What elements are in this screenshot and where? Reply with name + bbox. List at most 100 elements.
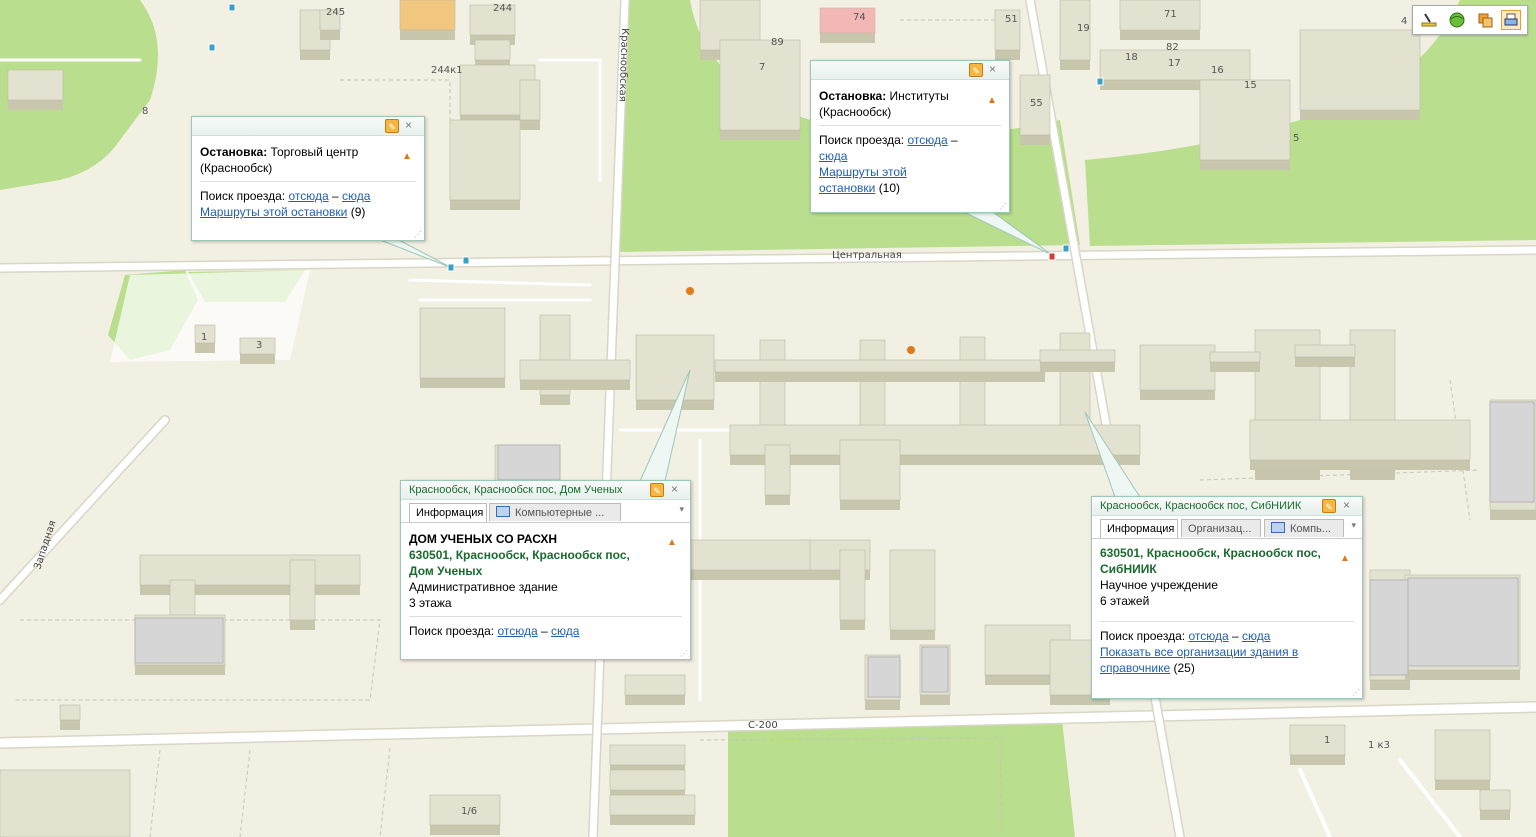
resize-handle[interactable]: ⋰ (680, 649, 688, 658)
building-grey[interactable] (497, 444, 561, 481)
close-icon[interactable]: × (989, 62, 996, 76)
popup-tabs: Информация Компьютерные ... ▾ (401, 500, 690, 523)
building-type: Научное учреждение (1100, 578, 1218, 592)
building-grey[interactable] (867, 656, 901, 698)
building-popup-sibniik: Краснообск, Краснообск пос, СибНИИК ✎ × … (1091, 496, 1363, 699)
building-side (1060, 60, 1090, 70)
building[interactable] (1294, 344, 1356, 358)
building[interactable] (1209, 351, 1261, 363)
building[interactable] (474, 39, 511, 61)
stop-title: Остановка: Институты (Краснообск) (819, 89, 949, 119)
building[interactable] (839, 549, 866, 621)
building[interactable] (59, 704, 81, 721)
tab-organizations[interactable]: Организац... (1181, 519, 1261, 537)
bus-stop-marker (1048, 252, 1056, 261)
building[interactable] (729, 424, 1141, 456)
building[interactable] (1289, 724, 1346, 756)
building[interactable] (0, 769, 131, 837)
resize-handle[interactable]: ⋰ (999, 202, 1007, 211)
building[interactable] (1039, 349, 1116, 363)
building[interactable] (764, 444, 791, 496)
to-here-link[interactable]: сюда (551, 624, 579, 638)
building[interactable] (399, 0, 456, 31)
resize-handle[interactable]: ⋰ (414, 230, 422, 239)
warning-icon[interactable]: ▲ (987, 93, 997, 109)
building[interactable] (609, 769, 686, 791)
layers-icon[interactable] (1475, 10, 1495, 30)
building-side (840, 500, 900, 510)
building-floors: 6 этажей (1100, 594, 1150, 608)
tab-info[interactable]: Информация (1100, 519, 1178, 538)
bus-stop-marker (462, 256, 470, 265)
building[interactable] (1119, 0, 1201, 31)
warning-icon[interactable]: ▲ (667, 535, 677, 551)
building[interactable] (609, 794, 696, 816)
building[interactable] (609, 744, 686, 766)
computer-icon (1271, 522, 1285, 533)
tab-info[interactable]: Информация (409, 503, 487, 522)
building[interactable] (1434, 729, 1491, 781)
to-here-link[interactable]: сюда (819, 149, 847, 163)
tab-computer[interactable]: Компьютерные ... (489, 503, 621, 521)
building[interactable] (289, 559, 316, 621)
pin-icon[interactable]: ✎ (385, 119, 399, 133)
building-grey[interactable] (1369, 579, 1409, 676)
building-grey[interactable] (1489, 401, 1535, 503)
resize-handle[interactable]: ⋰ (1352, 688, 1360, 697)
building[interactable] (449, 119, 521, 201)
pin-icon[interactable]: ✎ (650, 483, 664, 497)
warning-icon[interactable]: ▲ (402, 149, 412, 165)
tab-computer[interactable]: Компь... (1264, 519, 1344, 537)
building[interactable] (1299, 29, 1421, 111)
from-here-link[interactable]: отсюда (497, 624, 537, 638)
building[interactable] (839, 439, 901, 501)
building-side (610, 815, 695, 825)
building[interactable] (889, 549, 936, 631)
building[interactable] (1139, 344, 1216, 391)
print-icon[interactable] (1501, 10, 1521, 30)
building-side (320, 30, 340, 40)
building-grey[interactable] (1407, 577, 1519, 667)
building[interactable] (7, 69, 64, 101)
building[interactable] (1479, 789, 1511, 811)
to-here-link[interactable]: сюда (342, 189, 370, 203)
pin-icon[interactable]: ✎ (1322, 499, 1336, 513)
tab-menu-icon[interactable]: ▾ (1351, 520, 1356, 531)
building-grey[interactable] (134, 617, 224, 664)
from-here-link[interactable]: отсюда (1188, 629, 1228, 643)
building[interactable] (819, 7, 876, 34)
close-icon[interactable]: × (405, 118, 412, 132)
building-grey[interactable] (921, 646, 949, 693)
building[interactable] (419, 307, 506, 379)
building[interactable] (519, 79, 541, 121)
building-side (690, 570, 810, 580)
building-side (1295, 357, 1355, 367)
building[interactable] (719, 39, 801, 131)
warning-icon[interactable]: ▲ (1340, 551, 1350, 567)
from-here-link[interactable]: отсюда (288, 189, 328, 203)
stop-routes-link[interactable]: Маршруты этой остановки (200, 205, 347, 219)
building-side (1200, 160, 1290, 170)
pin-icon[interactable]: ✎ (969, 63, 983, 77)
building-side (1370, 680, 1410, 690)
svg-text:55: 55 (1030, 98, 1043, 109)
globe-icon[interactable] (1447, 10, 1467, 30)
ruler-icon[interactable] (1419, 10, 1439, 30)
building[interactable] (519, 359, 631, 381)
building-orgs-link[interactable]: Показать все организации здания в справо… (1100, 645, 1298, 675)
building[interactable] (624, 674, 686, 696)
from-here-link[interactable]: отсюда (907, 133, 947, 147)
building[interactable] (714, 359, 1046, 373)
building[interactable] (689, 539, 811, 571)
popup-address-header: Краснообск, Краснообск пос, СибНИИК (1100, 500, 1302, 512)
bus-stop-marker (447, 263, 455, 272)
close-icon[interactable]: × (1343, 498, 1350, 512)
close-icon[interactable]: × (671, 482, 678, 496)
tab-menu-icon[interactable]: ▾ (679, 504, 684, 515)
building[interactable] (635, 334, 715, 401)
building[interactable] (1249, 419, 1471, 461)
svg-text:245: 245 (326, 7, 345, 18)
building-side (820, 33, 875, 43)
to-here-link[interactable]: сюда (1242, 629, 1270, 643)
building[interactable] (1199, 79, 1291, 161)
